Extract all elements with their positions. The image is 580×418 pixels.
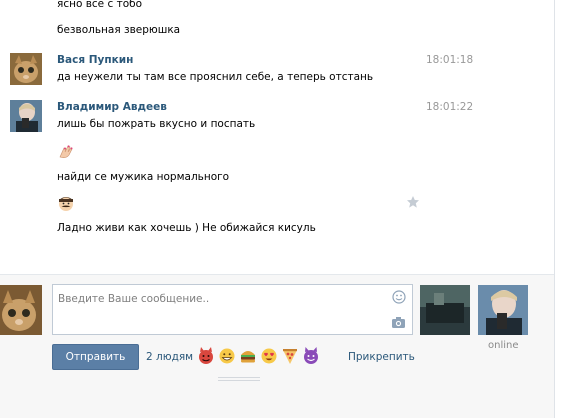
resize-grip[interactable] [218,374,260,381]
smile-icon[interactable] [392,290,406,304]
author-name[interactable]: Владимир Авдеев [57,101,167,113]
peer-photo-1[interactable] [420,285,470,335]
star-icon[interactable] [406,195,420,209]
author-name[interactable]: Вася Пупкин [57,54,133,66]
quick-emoji-bar [196,346,321,366]
burger-icon[interactable] [238,346,258,366]
attach-link[interactable]: Прикрепить [348,351,415,363]
pizza-icon[interactable] [280,346,300,366]
message-text: да неужели ты там все прояснил себе, а т… [57,71,374,83]
peer-photo-2[interactable] [478,285,528,335]
hand-nails-emoji [57,142,75,163]
message-text: лишь бы пожрать вкусно и поспать [57,118,256,130]
heart-eyes-face-icon[interactable] [259,346,279,366]
avatar-vasya[interactable] [10,53,42,85]
message-time: 18:01:18 [426,54,474,66]
message-text: безвольная зверюшка [57,24,181,36]
message-input-box[interactable] [52,284,413,335]
message-text: найди се мужика нормального [57,171,230,183]
avatar-vladimir[interactable] [10,100,42,132]
my-avatar[interactable] [0,285,42,335]
recipients-link[interactable]: 2 людям [146,351,193,363]
message-input[interactable] [58,289,378,309]
devil-face-icon[interactable] [196,346,216,366]
message-text: ясно все с тобо [57,0,143,10]
message-time: 18:01:22 [426,101,474,113]
camera-icon[interactable] [391,316,406,329]
send-button[interactable]: Отправить [52,344,139,370]
online-status: online [488,340,519,351]
mustache-face-emoji [57,194,75,215]
grin-face-icon[interactable] [217,346,237,366]
purple-devil-icon[interactable] [301,346,321,366]
message-text: Ладно живи как хочешь ) Не обижайся кису… [57,222,316,234]
